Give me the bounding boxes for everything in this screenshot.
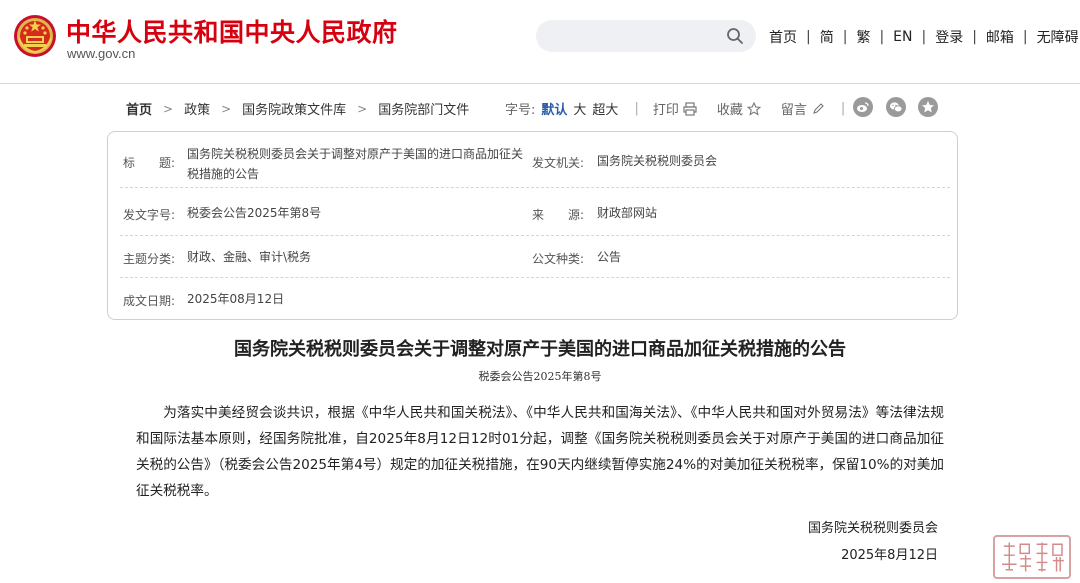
- nav-separator: |: [879, 29, 885, 45]
- weibo-share-button[interactable]: [853, 97, 873, 117]
- article-title: 国务院关税税则委员会关于调整对原产于美国的进口商品加征关税措施的公告: [234, 339, 846, 360]
- issuer-value: 国务院关税税则委员会: [597, 154, 718, 168]
- signature-organization: 国务院关税税则委员会: [807, 521, 938, 536]
- search-box: [536, 20, 756, 52]
- doc-number-label: 发文字号:: [123, 208, 176, 222]
- nav-separator: |: [921, 29, 927, 45]
- font-size-label: 字号:: [505, 103, 536, 118]
- favorite-button[interactable]: 收藏: [717, 99, 761, 118]
- weibo-icon: [857, 102, 869, 112]
- chevron-right-icon: >: [221, 101, 232, 116]
- topic-value: 财政、金融、审计\税务: [187, 250, 312, 264]
- source-value: 财政部网站: [597, 206, 658, 220]
- title-label: 标 题:: [123, 156, 176, 170]
- favorites-share-button[interactable]: [918, 97, 938, 117]
- doc-type-value: 公告: [597, 250, 622, 264]
- doc-number-value: 税委会公告2025年第8号: [187, 206, 322, 220]
- info-row-docno: 发文字号: 税委会公告2025年第8号 来 源: 财政部网站: [120, 188, 950, 236]
- favorite-label: 收藏: [716, 103, 743, 118]
- chevron-right-icon: >: [163, 101, 174, 116]
- doc-type-label: 公文种类:: [532, 252, 585, 266]
- document-info-table: 标 题: 国务院关税税则委员会关于调整对原产于美国的进口商品加征关税措施的公告 …: [107, 131, 958, 320]
- font-size-large[interactable]: 大: [573, 99, 586, 118]
- article-doc-number: 税委会公告2025年第8号: [478, 370, 602, 383]
- topic-label: 主题分类:: [123, 252, 176, 266]
- nav-traditional[interactable]: 繁: [856, 27, 870, 47]
- wechat-icon: [890, 102, 903, 113]
- title-value: 国务院关税税则委员会关于调整对原产于美国的进口商品加征关税措施的公告: [187, 147, 524, 181]
- info-row-topic: 主题分类: 财政、金融、审计\税务 公文种类: 公告: [120, 236, 950, 278]
- watermark-stamp-icon: [993, 535, 1071, 579]
- site-header: 中华人民共和国中央人民政府 www.gov.cn 首页 | 简 | 繁 | EN…: [0, 0, 1080, 84]
- favorites-star-icon: [922, 101, 934, 113]
- toolbar-divider: |: [840, 101, 846, 116]
- nav-mail[interactable]: 邮箱: [986, 27, 1014, 47]
- print-button[interactable]: 打印: [653, 99, 697, 118]
- breadcrumb-home[interactable]: 首页: [126, 99, 152, 118]
- article-body: 为落实中美经贸会谈共识，根据《中华人民共和国关税法》、《中华人民共和国海关法》、…: [136, 405, 944, 499]
- font-size-default[interactable]: 默认: [541, 99, 567, 118]
- comment-button[interactable]: 留言: [781, 99, 825, 118]
- nav-separator: |: [806, 29, 811, 45]
- info-row-title: 标 题: 国务院关税税则委员会关于调整对原产于美国的进口商品加征关税措施的公告 …: [120, 140, 950, 188]
- star-outline-icon: [746, 101, 761, 116]
- article-toolbar: 字号: 默认 大 超大 | 打印 收藏 留言 |: [505, 99, 859, 118]
- chevron-right-icon: >: [357, 101, 368, 116]
- search-input[interactable]: [550, 26, 720, 46]
- signature-date: 2025年8月12日: [841, 548, 938, 563]
- nav-login[interactable]: 登录: [935, 27, 963, 47]
- issuer-label: 发文机关:: [532, 156, 585, 170]
- date-value: 2025年08月12日: [187, 292, 285, 306]
- pencil-icon: [813, 102, 824, 114]
- site-url[interactable]: www.gov.cn: [67, 46, 135, 61]
- breadcrumb: 首页 > 政策 > 国务院政策文件库 > 国务院部门文件: [126, 99, 469, 119]
- breadcrumb-policy[interactable]: 政策: [184, 99, 210, 118]
- nav-accessibility[interactable]: 无障碍: [1037, 27, 1079, 47]
- breadcrumb-policy-library[interactable]: 国务院政策文件库: [242, 99, 346, 118]
- toolbar-divider: |: [634, 101, 639, 116]
- font-size-xlarge[interactable]: 超大: [592, 99, 618, 118]
- print-label: 打印: [652, 103, 679, 118]
- nav-english[interactable]: EN: [893, 29, 912, 45]
- nav-home[interactable]: 首页: [769, 27, 797, 47]
- nav-separator: |: [1022, 29, 1028, 45]
- breadcrumb-department-docs[interactable]: 国务院部门文件: [378, 99, 469, 118]
- source-label: 来 源:: [532, 208, 585, 222]
- info-row-date: 成文日期: 2025年08月12日: [120, 278, 950, 320]
- wechat-share-button[interactable]: [886, 97, 906, 117]
- nav-separator: |: [972, 29, 977, 45]
- search-icon[interactable]: [726, 27, 744, 45]
- site-title[interactable]: 中华人民共和国中央人民政府: [66, 13, 398, 49]
- printer-icon: [683, 101, 697, 116]
- date-label: 成文日期:: [123, 294, 176, 308]
- nav-simplified[interactable]: 简: [820, 27, 834, 47]
- comment-label: 留言: [780, 103, 807, 118]
- nav-separator: |: [842, 29, 848, 45]
- national-emblem-icon[interactable]: [13, 14, 57, 58]
- top-nav: 首页 | 简 | 繁 | EN | 登录 | 邮箱 | 无障碍: [769, 27, 1079, 47]
